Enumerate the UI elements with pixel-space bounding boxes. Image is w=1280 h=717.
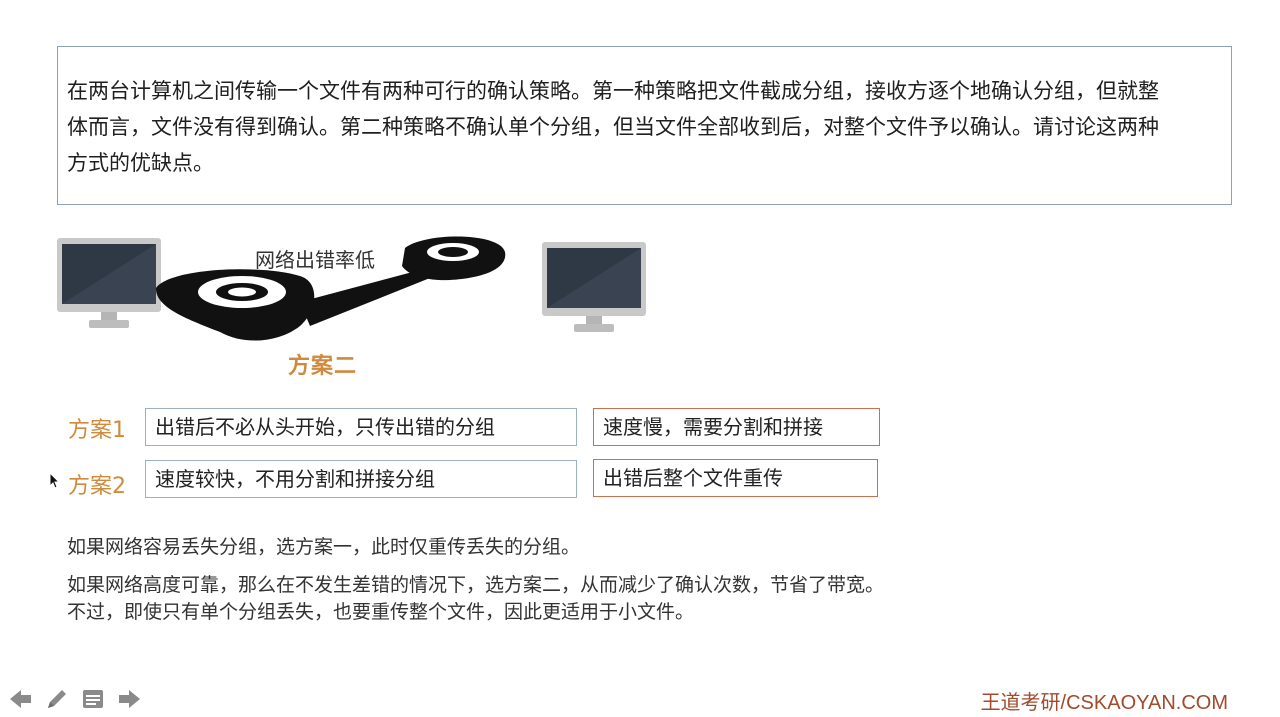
question-text: 在两台计算机之间传输一个文件有两种可行的确认策略。第一种策略把文件截成分组，接收… [67,79,1159,175]
forward-arrow-icon[interactable] [116,686,142,712]
row-label-scheme-1: 方案1 [68,418,126,443]
scheme-2-advantage: 速度较快，不用分割和拼接分组 [145,460,577,498]
slide-controls [8,686,148,714]
scheme-title: 方案二 [288,354,358,379]
scheme-2-disadvantage: 出错后整个文件重传 [593,459,878,497]
left-monitor-icon [57,238,161,328]
conclusion-line-3: 不过，即使只有单个分组丢失，也要重传整个文件，因此更适用于小文件。 [67,601,695,623]
scheme-1-advantage: 出错后不必从头开始，只传出错的分组 [145,408,577,446]
row-label-scheme-2: 方案2 [68,474,126,499]
conclusion-line-1: 如果网络容易丢失分组，选方案一，此时仅重传丢失的分组。 [67,536,581,558]
back-arrow-icon[interactable] [8,686,34,712]
tape-reel-icon [155,236,506,341]
scheme-1-disadvantage: 速度慢，需要分割和拼接 [593,408,880,446]
brand-watermark: 王道考研/CSKAOYAN.COM [980,692,1228,714]
conclusion-line-2: 如果网络高度可靠，那么在不发生差错的情况下，选方案二，从而减少了确认次数，节省了… [67,574,885,596]
notes-icon[interactable] [80,686,106,712]
mouse-cursor-icon [49,472,61,489]
question-box: 在两台计算机之间传输一个文件有两种可行的确认策略。第一种策略把文件截成分组，接收… [57,46,1232,205]
pen-icon[interactable] [44,686,70,712]
right-monitor-icon [542,242,646,332]
slide: 在两台计算机之间传输一个文件有两种可行的确认策略。第一种策略把文件截成分组，接收… [0,0,1280,717]
